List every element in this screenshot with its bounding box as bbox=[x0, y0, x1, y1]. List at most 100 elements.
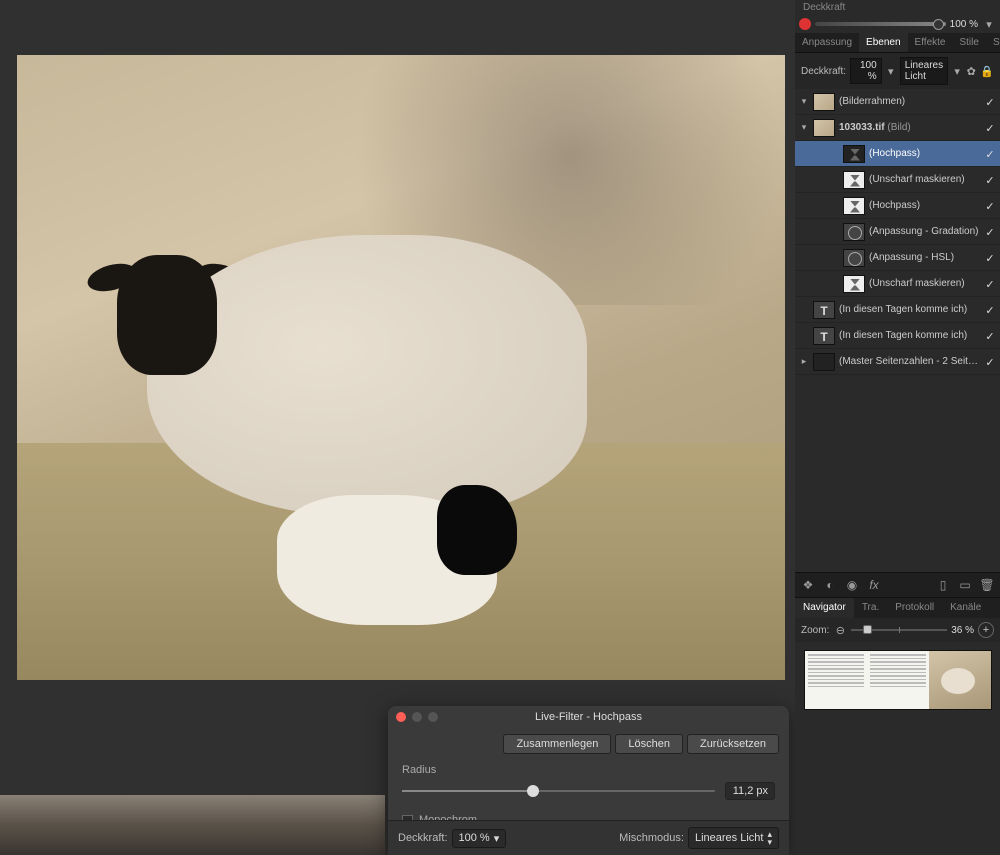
panel-tabs: AnpassungEbenenEffekteStileStock bbox=[795, 33, 1000, 53]
layer-row[interactable]: ▾ (Bilderrahmen) ✓ bbox=[795, 89, 1000, 115]
mask-icon[interactable]: ◐ bbox=[820, 576, 840, 594]
fx-icon[interactable]: fx bbox=[864, 576, 884, 594]
visibility-check-icon[interactable]: ✓ bbox=[984, 226, 996, 238]
nav-tab-protokoll[interactable]: Protokoll bbox=[887, 598, 942, 618]
adjustment-icon[interactable]: ◉ bbox=[842, 576, 862, 594]
layer-opacity-input[interactable]: 100 % bbox=[850, 58, 882, 84]
zoom-icon bbox=[428, 712, 438, 722]
delete-button[interactable]: Löschen bbox=[615, 734, 683, 754]
layer-thumbnail[interactable] bbox=[813, 93, 835, 111]
layer-thumbnail[interactable] bbox=[843, 171, 865, 189]
doc-icon[interactable]: ▯ bbox=[933, 576, 953, 594]
navigator-tabs: NavigatorTra.ProtokollKanäle bbox=[795, 598, 1000, 618]
layer-thumbnail[interactable] bbox=[813, 327, 835, 345]
visibility-check-icon[interactable]: ✓ bbox=[984, 252, 996, 264]
layer-thumbnail[interactable] bbox=[813, 353, 835, 371]
gear-icon[interactable]: ✿ bbox=[966, 64, 976, 78]
zoom-slider[interactable] bbox=[851, 629, 947, 631]
group-icon[interactable]: ▭ bbox=[955, 576, 975, 594]
lock-icon[interactable]: 🔒 bbox=[980, 64, 994, 78]
chevron-down-icon[interactable]: ▾ bbox=[982, 17, 996, 31]
live-filter-dialog: Live-Filter - Hochpass Zusammenlegen Lös… bbox=[388, 706, 789, 855]
panel-tab-anpassung[interactable]: Anpassung bbox=[795, 33, 859, 52]
panel-tab-effekte[interactable]: Effekte bbox=[908, 33, 953, 52]
layer-name-label: (Bilderrahmen) bbox=[839, 96, 980, 107]
dialog-opacity-label: Deckkraft: bbox=[398, 832, 448, 844]
visibility-check-icon[interactable]: ✓ bbox=[984, 304, 996, 316]
dialog-title: Live-Filter - Hochpass bbox=[535, 711, 642, 723]
disclosure-icon[interactable]: ▾ bbox=[799, 122, 809, 133]
layer-thumbnail[interactable] bbox=[843, 249, 865, 267]
dialog-blend-label: Mischmodus: bbox=[619, 832, 684, 844]
visibility-check-icon[interactable]: ✓ bbox=[984, 148, 996, 160]
layer-row[interactable]: (Unscharf maskieren) ✓ bbox=[795, 271, 1000, 297]
visibility-check-icon[interactable]: ✓ bbox=[984, 122, 996, 134]
disclosure-icon[interactable]: ▸ bbox=[799, 356, 809, 367]
layer-name-label: (Unscharf maskieren) bbox=[869, 278, 980, 289]
record-icon[interactable] bbox=[799, 18, 811, 30]
layer-thumbnail[interactable] bbox=[813, 119, 835, 137]
nav-tab-kanäle[interactable]: Kanäle bbox=[942, 598, 989, 618]
layer-row[interactable]: ▸(Master Seitenzahlen - 2 Seiten)✓ bbox=[795, 349, 1000, 375]
layer-row[interactable]: (Anpassung - HSL) ✓ bbox=[795, 245, 1000, 271]
top-opacity-value: 100 % bbox=[950, 19, 978, 30]
layers-toolbar: ❖ ◐ ◉ fx ▯ ▭ 🗑 bbox=[795, 572, 1000, 598]
layer-row[interactable]: (Hochpass) ✓ bbox=[795, 141, 1000, 167]
disclosure-icon[interactable]: ▾ bbox=[799, 96, 809, 107]
layer-row[interactable]: (Anpassung - Gradation) ✓ bbox=[795, 219, 1000, 245]
top-opacity-slider[interactable] bbox=[815, 22, 946, 26]
layer-thumbnail[interactable] bbox=[843, 145, 865, 163]
layer-row[interactable]: (Hochpass) ✓ bbox=[795, 193, 1000, 219]
layer-row[interactable]: (In diesen Tagen komme ich) ✓ bbox=[795, 323, 1000, 349]
nav-tab-navigator[interactable]: Navigator bbox=[795, 598, 854, 618]
visibility-check-icon[interactable]: ✓ bbox=[984, 96, 996, 108]
layer-row[interactable]: (In diesen Tagen komme ich) ✓ bbox=[795, 297, 1000, 323]
slider-thumb[interactable] bbox=[863, 625, 872, 634]
close-icon[interactable] bbox=[396, 712, 406, 722]
navigator-thumbnail[interactable] bbox=[804, 650, 992, 710]
reset-button[interactable]: Zurücksetzen bbox=[687, 734, 779, 754]
blend-mode-select[interactable]: Lineares Licht bbox=[900, 57, 948, 85]
layer-name-label: (Anpassung - HSL) bbox=[869, 252, 980, 263]
layer-name-label: (Hochpass) bbox=[869, 148, 980, 159]
zoom-out-icon[interactable]: ⊖ bbox=[833, 623, 847, 637]
chevron-down-icon[interactable]: ▾ bbox=[886, 64, 896, 78]
layer-thumbnail[interactable] bbox=[843, 275, 865, 293]
nav-tab-tra.[interactable]: Tra. bbox=[854, 598, 887, 618]
dialog-titlebar[interactable]: Live-Filter - Hochpass bbox=[388, 706, 789, 728]
layer-name-label: (Hochpass) bbox=[869, 200, 980, 211]
visibility-check-icon[interactable]: ✓ bbox=[984, 200, 996, 212]
layer-opacity-label: Deckkraft: bbox=[801, 66, 846, 77]
layer-name-label: (Unscharf maskieren) bbox=[869, 174, 980, 185]
radius-value-input[interactable]: 11,2 px bbox=[725, 782, 775, 800]
visibility-check-icon[interactable]: ✓ bbox=[984, 174, 996, 186]
layer-thumbnail[interactable] bbox=[843, 197, 865, 215]
document-image[interactable] bbox=[17, 55, 785, 680]
navigator-preview-area[interactable] bbox=[795, 642, 1000, 855]
trash-icon[interactable]: 🗑 bbox=[977, 576, 997, 594]
chevron-down-icon[interactable]: ▾ bbox=[952, 64, 962, 78]
layer-name-label: (In diesen Tagen komme ich) bbox=[839, 304, 980, 315]
visibility-check-icon[interactable]: ✓ bbox=[984, 278, 996, 290]
merge-button[interactable]: Zusammenlegen bbox=[503, 734, 611, 754]
panel-tab-stile[interactable]: Stile bbox=[952, 33, 985, 52]
visibility-check-icon[interactable]: ✓ bbox=[984, 330, 996, 342]
zoom-in-icon[interactable]: + bbox=[978, 622, 994, 638]
layer-row[interactable]: ▾103033.tif (Bild)✓ bbox=[795, 115, 1000, 141]
radius-slider[interactable] bbox=[402, 790, 715, 792]
right-panel: Deckkraft 100 % ▾ AnpassungEbenenEffekte… bbox=[795, 0, 1000, 855]
secondary-document-image[interactable] bbox=[0, 795, 385, 855]
layer-name-label: (In diesen Tagen komme ich) bbox=[839, 330, 980, 341]
layers-icon[interactable]: ❖ bbox=[798, 576, 818, 594]
layer-thumbnail[interactable] bbox=[843, 223, 865, 241]
panel-tab-ebenen[interactable]: Ebenen bbox=[859, 33, 907, 52]
layer-thumbnail[interactable] bbox=[813, 301, 835, 319]
visibility-check-icon[interactable]: ✓ bbox=[984, 356, 996, 368]
dialog-opacity-dropdown[interactable]: 100 % ▾ bbox=[452, 829, 507, 848]
dialog-blend-dropdown[interactable]: Lineares Licht ▴▾ bbox=[688, 827, 779, 849]
top-opacity-label: Deckkraft bbox=[803, 2, 992, 13]
slider-thumb[interactable] bbox=[527, 785, 539, 797]
layer-name-label: (Anpassung - Gradation) bbox=[869, 226, 980, 237]
layer-row[interactable]: (Unscharf maskieren) ✓ bbox=[795, 167, 1000, 193]
panel-tab-stock[interactable]: Stock bbox=[986, 33, 1000, 52]
